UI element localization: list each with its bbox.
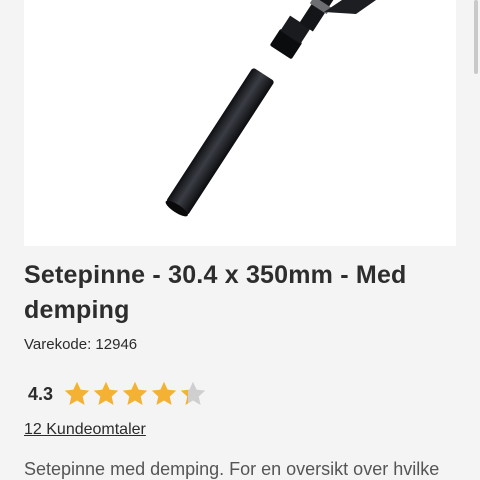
scrollbar[interactable] — [472, 0, 480, 480]
customer-reviews-link[interactable]: 12 Kundeomtaler — [24, 421, 146, 439]
scrollbar-thumb[interactable] — [474, 0, 478, 74]
rating-value: 4.3 — [28, 383, 54, 404]
star-icon — [93, 381, 119, 405]
star-icon — [122, 381, 148, 405]
star-icon — [151, 381, 177, 405]
product-image[interactable] — [24, 0, 456, 246]
seatpost-illustration — [165, 0, 376, 217]
star-icon — [180, 381, 206, 405]
product-description: Setepinne med demping. For en oversikt o… — [24, 459, 440, 479]
product-sku: Varekode: 12946 — [24, 336, 138, 353]
rating-stars — [63, 380, 208, 408]
star-icon — [64, 381, 90, 405]
product-title: Setepinne - 30.4 x 350mm - Med demping — [24, 261, 407, 324]
product-rating: 4.3 — [28, 378, 208, 410]
